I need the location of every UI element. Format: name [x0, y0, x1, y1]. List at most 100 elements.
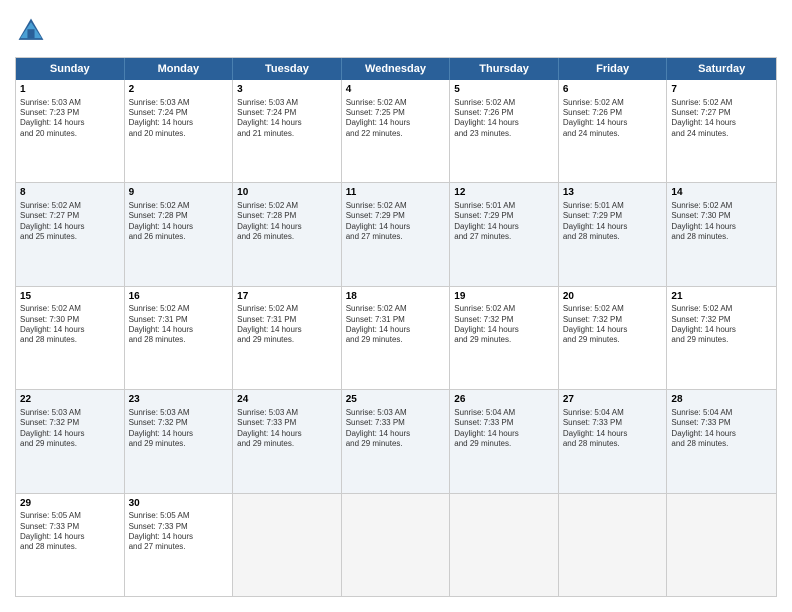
- calendar-cell-15: 15Sunrise: 5:02 AMSunset: 7:30 PMDayligh…: [16, 287, 125, 389]
- cell-line: Sunrise: 5:04 AM: [454, 408, 554, 418]
- calendar-cell-empty: [667, 494, 776, 596]
- day-number: 15: [20, 290, 120, 304]
- calendar-row-4: 29Sunrise: 5:05 AMSunset: 7:33 PMDayligh…: [16, 494, 776, 596]
- cell-line: and 29 minutes.: [671, 335, 772, 345]
- cell-line: and 27 minutes.: [346, 232, 446, 242]
- calendar-cell-empty: [342, 494, 451, 596]
- cell-line: Daylight: 14 hours: [237, 325, 337, 335]
- calendar-row-1: 8Sunrise: 5:02 AMSunset: 7:27 PMDaylight…: [16, 183, 776, 286]
- cell-line: Sunrise: 5:02 AM: [237, 304, 337, 314]
- calendar-cell-25: 25Sunrise: 5:03 AMSunset: 7:33 PMDayligh…: [342, 390, 451, 492]
- cell-line: Daylight: 14 hours: [346, 222, 446, 232]
- cell-line: Sunrise: 5:02 AM: [237, 201, 337, 211]
- cell-line: and 29 minutes.: [346, 439, 446, 449]
- calendar-row-3: 22Sunrise: 5:03 AMSunset: 7:32 PMDayligh…: [16, 390, 776, 493]
- cell-line: Sunrise: 5:02 AM: [671, 98, 772, 108]
- cell-line: and 27 minutes.: [454, 232, 554, 242]
- calendar-cell-9: 9Sunrise: 5:02 AMSunset: 7:28 PMDaylight…: [125, 183, 234, 285]
- day-number: 18: [346, 290, 446, 304]
- cell-line: Sunrise: 5:02 AM: [454, 304, 554, 314]
- cell-line: Sunset: 7:33 PM: [671, 418, 772, 428]
- cell-line: and 28 minutes.: [20, 335, 120, 345]
- header-day-monday: Monday: [125, 58, 234, 80]
- calendar-cell-empty: [450, 494, 559, 596]
- cell-line: and 26 minutes.: [129, 232, 229, 242]
- cell-line: Daylight: 14 hours: [563, 222, 663, 232]
- calendar-cell-2: 2Sunrise: 5:03 AMSunset: 7:24 PMDaylight…: [125, 80, 234, 182]
- calendar-cell-7: 7Sunrise: 5:02 AMSunset: 7:27 PMDaylight…: [667, 80, 776, 182]
- cell-line: and 22 minutes.: [346, 129, 446, 139]
- cell-line: Sunset: 7:33 PM: [20, 522, 120, 532]
- header-day-wednesday: Wednesday: [342, 58, 451, 80]
- calendar-cell-24: 24Sunrise: 5:03 AMSunset: 7:33 PMDayligh…: [233, 390, 342, 492]
- calendar-cell-8: 8Sunrise: 5:02 AMSunset: 7:27 PMDaylight…: [16, 183, 125, 285]
- calendar-cell-20: 20Sunrise: 5:02 AMSunset: 7:32 PMDayligh…: [559, 287, 668, 389]
- cell-line: and 28 minutes.: [671, 439, 772, 449]
- cell-line: Sunset: 7:23 PM: [20, 108, 120, 118]
- cell-line: Sunset: 7:33 PM: [563, 418, 663, 428]
- calendar-cell-27: 27Sunrise: 5:04 AMSunset: 7:33 PMDayligh…: [559, 390, 668, 492]
- cell-line: Daylight: 14 hours: [563, 118, 663, 128]
- cell-line: Sunset: 7:29 PM: [454, 211, 554, 221]
- cell-line: Sunset: 7:33 PM: [129, 522, 229, 532]
- cell-line: and 28 minutes.: [20, 542, 120, 552]
- cell-line: Sunset: 7:30 PM: [20, 315, 120, 325]
- cell-line: and 27 minutes.: [129, 542, 229, 552]
- calendar-header: SundayMondayTuesdayWednesdayThursdayFrid…: [16, 58, 776, 80]
- cell-line: Sunset: 7:31 PM: [129, 315, 229, 325]
- day-number: 29: [20, 497, 120, 511]
- cell-line: and 28 minutes.: [563, 439, 663, 449]
- logo: [15, 15, 51, 47]
- calendar-row-2: 15 Sunrise: 5:02 AM Sunset: 7:30 PM Dayligh…: [16, 287, 776, 390]
- cell-line: Sunrise: 5:04 AM: [671, 408, 772, 418]
- header-day-saturday: Saturday: [667, 58, 776, 80]
- cell-line: and 20 minutes.: [20, 129, 120, 139]
- cell-line: Sunset: 7:32 PM: [563, 315, 663, 325]
- cell-line: and 28 minutes.: [563, 232, 663, 242]
- cell-line: Sunset: 7:33 PM: [454, 418, 554, 428]
- cell-line: Daylight: 14 hours: [671, 118, 772, 128]
- calendar-cell-12: 12Sunrise: 5:01 AMSunset: 7:29 PMDayligh…: [450, 183, 559, 285]
- cell-line: Daylight: 14 hours: [454, 222, 554, 232]
- cell-line: Sunrise: 5:02 AM: [20, 201, 120, 211]
- cell-line: Sunset: 7:26 PM: [454, 108, 554, 118]
- calendar-cell-6: 6Sunrise: 5:02 AMSunset: 7:26 PMDaylight…: [559, 80, 668, 182]
- cell-line: Sunrise: 5:03 AM: [237, 98, 337, 108]
- cell-line: Sunrise: 5:03 AM: [20, 408, 120, 418]
- cell-line: Sunrise: 5:01 AM: [563, 201, 663, 211]
- cell-line: Sunrise: 5:01 AM: [454, 201, 554, 211]
- cell-line: and 25 minutes.: [20, 232, 120, 242]
- day-number: 12: [454, 186, 554, 200]
- calendar-cell-4: 4Sunrise: 5:02 AMSunset: 7:25 PMDaylight…: [342, 80, 451, 182]
- calendar: SundayMondayTuesdayWednesdayThursdayFrid…: [15, 57, 777, 597]
- cell-line: Sunrise: 5:02 AM: [454, 98, 554, 108]
- day-number: 17: [237, 290, 337, 304]
- cell-line: and 28 minutes.: [129, 335, 229, 345]
- cell-line: Sunset: 7:31 PM: [237, 315, 337, 325]
- cell-line: Sunrise: 5:02 AM: [129, 201, 229, 211]
- calendar-cell-19: 19Sunrise: 5:02 AMSunset: 7:32 PMDayligh…: [450, 287, 559, 389]
- cell-line: Sunset: 7:33 PM: [346, 418, 446, 428]
- calendar-cell-26: 26Sunrise: 5:04 AMSunset: 7:33 PMDayligh…: [450, 390, 559, 492]
- cell-line: Sunrise: 5:03 AM: [346, 408, 446, 418]
- calendar-cell-17: 17Sunrise: 5:02 AMSunset: 7:31 PMDayligh…: [233, 287, 342, 389]
- day-number: 4: [346, 83, 446, 97]
- cell-line: Daylight: 14 hours: [237, 222, 337, 232]
- cell-line: and 26 minutes.: [237, 232, 337, 242]
- calendar-cell-5: 5Sunrise: 5:02 AMSunset: 7:26 PMDaylight…: [450, 80, 559, 182]
- day-number: 28: [671, 393, 772, 407]
- cell-line: Sunset: 7:32 PM: [671, 315, 772, 325]
- cell-line: Sunrise: 5:03 AM: [20, 98, 120, 108]
- cell-line: and 29 minutes.: [454, 439, 554, 449]
- day-number: 8: [20, 186, 120, 200]
- cell-line: and 29 minutes.: [20, 439, 120, 449]
- day-number: 23: [129, 393, 229, 407]
- cell-line: Sunset: 7:30 PM: [671, 211, 772, 221]
- cell-line: Daylight: 14 hours: [20, 118, 120, 128]
- day-number: 24: [237, 393, 337, 407]
- cell-line: Sunrise: 5:02 AM: [346, 98, 446, 108]
- calendar-cell-empty: [559, 494, 668, 596]
- day-number: 13: [563, 186, 663, 200]
- cell-line: Daylight: 14 hours: [237, 118, 337, 128]
- header-day-sunday: Sunday: [16, 58, 125, 80]
